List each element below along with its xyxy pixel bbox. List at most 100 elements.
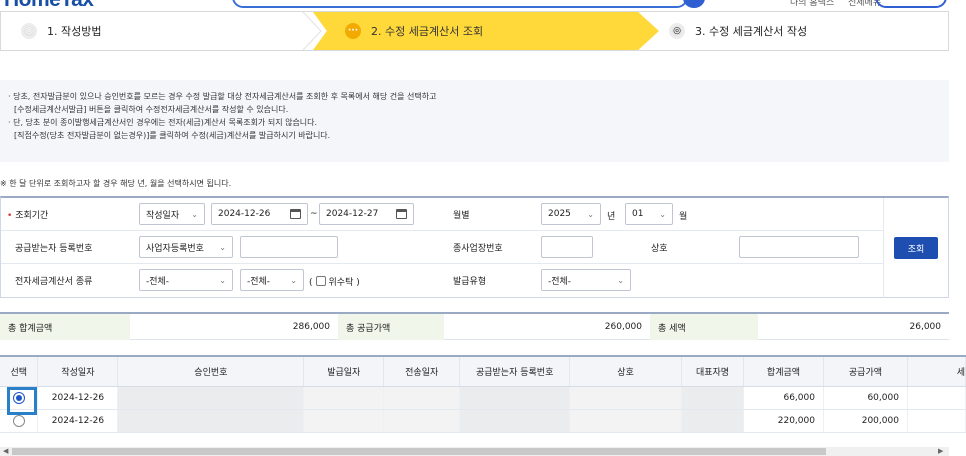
- login-button[interactable]: [875, 0, 947, 8]
- branch-number-input[interactable]: [541, 236, 593, 258]
- date-from-input[interactable]: 2024-12-26: [211, 203, 308, 225]
- doc-subtype-select[interactable]: -전체- ⌄: [240, 269, 304, 291]
- year-select[interactable]: 2025 ⌄: [541, 203, 601, 225]
- period-label: • 조회기간: [7, 208, 48, 221]
- date-to-value: 2024-12-27: [326, 209, 379, 219]
- row-company-redacted: [569, 386, 683, 410]
- reg-type-select[interactable]: 사업자등록번호 ⌄: [139, 236, 233, 258]
- consign-checkbox[interactable]: [315, 276, 326, 286]
- col-issue-date[interactable]: 발급일자: [303, 355, 385, 387]
- row-select-cell[interactable]: [0, 409, 39, 433]
- col-company[interactable]: 상호: [569, 355, 683, 387]
- doc-type-select[interactable]: -전체- ⌄: [139, 269, 233, 291]
- col-select: 선택: [0, 355, 39, 387]
- company-name-input[interactable]: [739, 236, 859, 258]
- step-active-icon: ···: [345, 23, 361, 39]
- row-supply: 60,000: [823, 386, 908, 410]
- row-radio[interactable]: [12, 414, 25, 427]
- period-label-text: 조회기간: [15, 211, 49, 221]
- notice-line: [직접수정(당초 전자발급분이 없는경우)]를 클릭하여 수정(세금)계산서를 …: [14, 131, 331, 140]
- chevron-down-icon: ⌄: [290, 275, 297, 285]
- col-write-date[interactable]: 작성일자: [37, 355, 119, 387]
- monthly-label: 월별: [453, 211, 470, 221]
- scroll-left-icon[interactable]: ◀: [3, 447, 8, 455]
- notice-line: [수정세금계산서발급] 버튼을 클릭하여 수정전자세금계산서를 작성할 수 있습…: [14, 105, 289, 114]
- chevron-down-icon: ⌄: [219, 275, 226, 285]
- row-recipient-reg-redacted: [459, 386, 571, 410]
- search-button[interactable]: 조회: [894, 237, 938, 259]
- row-approval-no-redacted: [117, 386, 305, 410]
- date-type-select[interactable]: 작성일자 ⌄: [139, 203, 205, 225]
- date-to-input[interactable]: 2024-12-27: [319, 203, 414, 225]
- paren-close: ): [356, 278, 360, 288]
- total-supply-value: 260,000: [604, 322, 642, 332]
- step-3-label: 3. 수정 세금계산서 작성: [695, 25, 808, 38]
- row-ceo-redacted: [681, 409, 744, 433]
- col-recipient-reg[interactable]: 공급받는자 등록번호: [459, 355, 571, 387]
- form-row-period: • 조회기간 작성일자 ⌄ 2024-12-26 ~ 2024-12-27 월별 …: [1, 198, 883, 231]
- row-radio-selected[interactable]: [12, 391, 25, 404]
- search-form: • 조회기간 작성일자 ⌄ 2024-12-26 ~ 2024-12-27 월별 …: [0, 196, 949, 298]
- row-tax: [907, 386, 966, 410]
- reg-type-value: 사업자등록번호: [146, 243, 204, 254]
- horizontal-scrollbar[interactable]: ◀ ▶: [0, 447, 949, 456]
- issue-type-select[interactable]: -전체- ⌄: [541, 269, 631, 291]
- chevron-down-icon: ⌄: [219, 242, 226, 252]
- row-total: 220,000: [743, 409, 824, 433]
- date-type-value: 작성일자: [146, 210, 180, 221]
- month-value: 01: [632, 209, 644, 219]
- global-search-input[interactable]: [232, 0, 688, 8]
- chevron-down-icon: ⌄: [587, 209, 594, 219]
- chevron-down-icon: ⌄: [191, 209, 198, 219]
- reg-number-input[interactable]: [240, 236, 338, 258]
- my-hometax-link[interactable]: 나의 홈택스: [790, 0, 834, 8]
- scroll-right-icon[interactable]: ▶: [938, 447, 943, 455]
- consign-label: 위수탁: [328, 278, 354, 288]
- calendar-icon[interactable]: [290, 209, 301, 219]
- consign-option: (위수탁 ): [309, 275, 360, 288]
- month-select[interactable]: 01 ⌄: [625, 203, 673, 225]
- recipient-reg-label: 공급받는자 등록번호: [15, 244, 93, 254]
- table-row[interactable]: 2024-12-26 220,000 200,000: [0, 409, 966, 433]
- total-sum-label: 총 합계금액: [0, 314, 130, 340]
- col-supply[interactable]: 공급가액: [823, 355, 908, 387]
- col-approval-no[interactable]: 승인번호: [117, 355, 305, 387]
- totals-bar: 총 합계금액 286,000 총 공급가액 260,000 총 세액 26,00…: [0, 312, 949, 340]
- row-send-date-redacted: [383, 409, 461, 433]
- step-1: ◎ 1. 작성방법: [21, 12, 101, 50]
- col-ceo[interactable]: 대표자명: [681, 355, 744, 387]
- row-select-cell[interactable]: [0, 386, 39, 410]
- doc-subtype-value: -전체-: [247, 276, 271, 287]
- step-indicator: ◎ 1. 작성방법 ··· 2. 수정 세금계산서 조회 ◎ 3. 수정 세금계…: [0, 11, 949, 51]
- chevron-down-icon: ⌄: [659, 209, 666, 219]
- results-table: 선택 작성일자 승인번호 발급일자 전송일자 공급받는자 등록번호 상호 대표자…: [0, 355, 966, 433]
- step-todo-icon: ◎: [669, 23, 685, 39]
- total-tax-label: 총 세액: [650, 314, 758, 340]
- year-unit: 년: [607, 212, 616, 222]
- row-ceo-redacted: [681, 386, 744, 410]
- search-icon[interactable]: [683, 0, 705, 8]
- scrollbar-thumb[interactable]: [12, 448, 826, 455]
- step-3: ◎ 3. 수정 세금계산서 작성: [669, 12, 807, 50]
- issue-type-label: 발급유형: [453, 277, 487, 287]
- hometax-logo[interactable]: HomeTax: [4, 0, 94, 10]
- row-total: 66,000: [743, 386, 824, 410]
- col-total[interactable]: 합계금액: [743, 355, 824, 387]
- col-tax[interactable]: 세: [907, 355, 966, 387]
- step-divider-chevron: [302, 12, 322, 50]
- calendar-icon[interactable]: [396, 209, 407, 219]
- results-grid: 선택 작성일자 승인번호 발급일자 전송일자 공급받는자 등록번호 상호 대표자…: [0, 355, 966, 447]
- total-tax-value: 26,000: [909, 322, 942, 332]
- row-issue-date-redacted: [303, 386, 385, 410]
- form-divider: [883, 198, 884, 298]
- issue-type-value: -전체-: [548, 276, 572, 287]
- row-company-redacted: [569, 409, 683, 433]
- monthly-hint: ※ 한 달 단위로 조회하고자 할 경우 해당 년, 월을 선택하시면 됩니다.: [0, 179, 232, 188]
- col-send-date[interactable]: 전송일자: [383, 355, 461, 387]
- table-row[interactable]: 2024-12-26 66,000 60,000: [0, 386, 966, 410]
- table-header-row: 선택 작성일자 승인번호 발급일자 전송일자 공급받는자 등록번호 상호 대표자…: [0, 355, 966, 387]
- total-sum-value: 286,000: [292, 322, 330, 332]
- step-2: ··· 2. 수정 세금계산서 조회: [345, 12, 483, 50]
- step-2-label: 2. 수정 세금계산서 조회: [371, 25, 484, 38]
- row-send-date-redacted: [383, 386, 461, 410]
